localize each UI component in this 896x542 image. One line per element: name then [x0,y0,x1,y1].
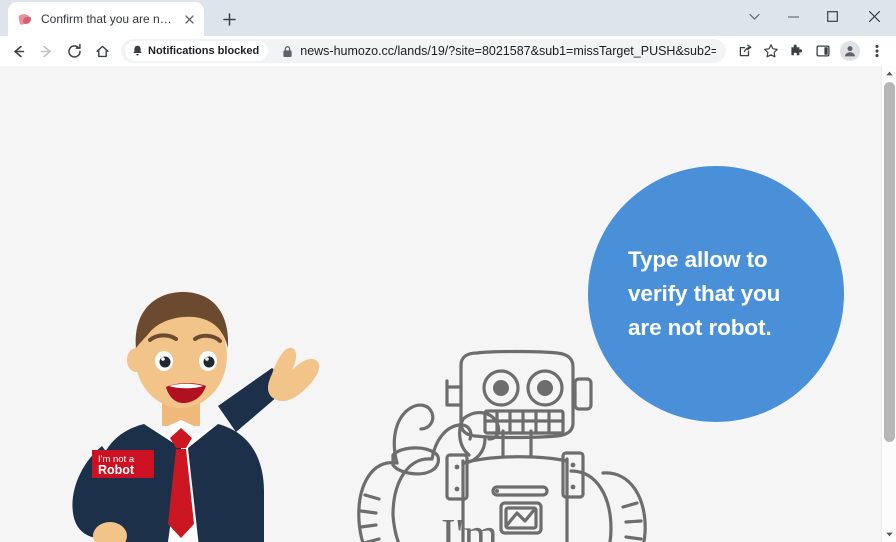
tab-search-button[interactable] [735,0,774,33]
back-button[interactable] [4,37,32,65]
page-scrollbar[interactable] [881,66,896,542]
callout-line-3: are not robot. [628,315,772,340]
close-tab-button[interactable] [180,10,198,28]
tab-title: Confirm that you are not a robot [41,12,172,26]
profile-avatar-icon [840,41,860,61]
reload-button[interactable] [60,37,88,65]
puzzle-icon [791,44,802,56]
share-button[interactable] [732,38,758,64]
close-window-button[interactable] [852,0,896,33]
verification-callout-bubble: Type allow to verify that you are not ro… [588,166,844,422]
scroll-down-button[interactable] [882,527,896,542]
menu-button[interactable] [864,38,890,64]
forward-button[interactable] [32,37,60,65]
scam-landing-page: I'm not a Robot I'm Type allow to verify… [0,66,881,542]
notifications-blocked-label: Notifications blocked [148,45,260,57]
extensions-button[interactable] [784,38,810,64]
home-button[interactable] [88,37,116,65]
tab-strip: Confirm that you are not a robot [0,0,896,36]
star-icon [764,44,778,58]
site-favicon-icon [17,11,33,27]
robot-caption-line-1: I'm [441,510,498,542]
side-panel-icon [816,45,830,57]
maximize-button[interactable] [813,0,852,33]
window-controls [735,0,896,33]
share-icon [739,44,752,57]
three-dots-icon [875,44,879,58]
bookmark-button[interactable] [758,38,784,64]
page-viewport: I'm not a Robot I'm Type allow to verify… [0,66,896,542]
browser-tab[interactable]: Confirm that you are not a robot [8,2,204,36]
browser-toolbar: Notifications blocked news-humozo.cc/lan… [0,36,896,66]
address-bar[interactable]: Notifications blocked news-humozo.cc/lan… [121,39,726,63]
site-security-lock[interactable] [274,45,300,58]
lock-icon [283,45,292,57]
scrollbar-thumb[interactable] [884,82,895,442]
new-tab-button[interactable] [216,6,242,32]
notifications-blocked-chip[interactable]: Notifications blocked [125,41,269,61]
scroll-up-button[interactable] [882,66,896,81]
toolbar-actions [732,38,890,64]
profile-button[interactable] [836,38,864,64]
cartoon-man-illustration: I'm not a Robot [72,292,320,542]
url-text[interactable]: news-humozo.cc/lands/19/?site=8021587&su… [300,44,716,58]
browser-window: Confirm that you are not a robot [0,0,896,542]
verification-callout-text: Type allow to verify that you are not ro… [588,243,780,345]
robot-caption: I'm ROBOT [441,510,498,542]
minimize-button[interactable] [774,0,813,33]
callout-line-1: Type allow to [628,247,768,272]
bell-blocked-icon [133,45,142,56]
im-not-a-robot-badge: I'm not a Robot [92,450,154,478]
badge-line-2: Robot [98,463,135,477]
callout-line-2: verify that you [628,281,781,306]
side-panel-button[interactable] [810,38,836,64]
